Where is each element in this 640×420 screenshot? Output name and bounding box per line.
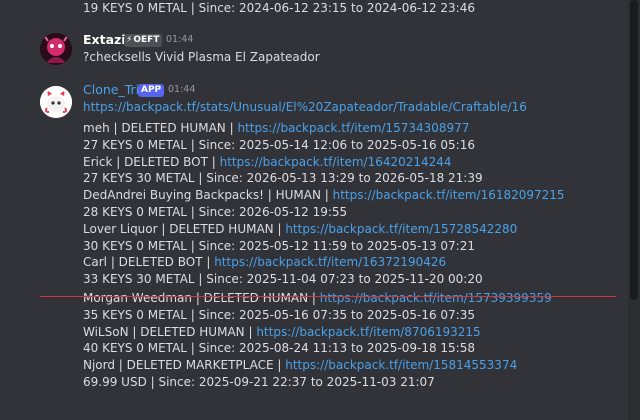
listing-seller: WiLSoN | DELETED HUMAN | <box>83 324 257 339</box>
listing-line: Carl | DELETED BOT | https://backpack.tf… <box>83 254 446 270</box>
listing-line: Lover Liquor | DELETED HUMAN | https://b… <box>83 221 517 237</box>
listing-line: DedAndrei Buying Backpacks! | HUMAN | ht… <box>83 187 565 203</box>
user-avatar-icon <box>40 33 72 65</box>
timestamp[interactable]: 01:44 <box>166 32 193 48</box>
lightning-icon: ⚡ <box>126 35 133 45</box>
listing-line: Njord | DELETED MARKETPLACE | https://ba… <box>83 357 517 373</box>
listing-detail: 33 KEYS 30 METAL | Since: 2025-11-04 07:… <box>83 272 483 287</box>
message-text: ?checksells Vivid Plasma El Zapateador <box>83 50 320 64</box>
listing-seller: Carl | DELETED BOT | <box>83 255 215 270</box>
listing-link[interactable]: https://backpack.tf/item/16182097215 <box>333 188 565 202</box>
listing-line: Morgan Weedman | DELETED HUMAN | https:/… <box>83 290 552 306</box>
listing-detail: 40 KEYS 0 METAL | Since: 2025-08-24 11:1… <box>83 341 475 356</box>
listing-seller: meh | DELETED HUMAN | <box>83 121 238 135</box>
listing-link[interactable]: https://backpack.tf/item/15814553374 <box>285 358 517 372</box>
listing-detail: 35 KEYS 0 METAL | Since: 2025-05-16 07:3… <box>83 307 475 322</box>
listing-detail: 27 KEYS 30 METAL | Since: 2026-05-13 13:… <box>83 171 483 186</box>
listing-link[interactable]: https://backpack.tf/item/15728542280 <box>285 222 517 236</box>
listing-detail: 30 KEYS 0 METAL | Since: 2025-05-12 11:5… <box>83 238 475 253</box>
message-line: 19 KEYS 0 METAL | Since: 2024-06-12 23:1… <box>83 1 475 15</box>
listing-link[interactable]: https://backpack.tf/item/8706193215 <box>256 325 480 339</box>
user-tag[interactable]: ⚡ OEFT <box>124 34 163 47</box>
listing-link[interactable]: https://backpack.tf/item/16420214244 <box>220 155 452 169</box>
new-messages-divider <box>40 296 616 297</box>
avatar[interactable] <box>40 86 72 118</box>
user-tag-label: OEFT <box>133 35 160 45</box>
listing-line: WiLSoN | DELETED HUMAN | https://backpac… <box>83 324 481 340</box>
avatar[interactable] <box>40 33 72 65</box>
listing-detail: 28 KEYS 0 METAL | Since: 2026-05-12 19:5… <box>83 205 348 219</box>
listing-detail: 69.99 USD | Since: 2025-09-21 22:37 to 2… <box>83 375 435 389</box>
listing-seller: DedAndrei Buying Backpacks! | HUMAN | <box>83 188 333 203</box>
app-badge: APP <box>138 84 165 97</box>
stats-link[interactable]: https://backpack.tf/stats/Unusual/El%20Z… <box>83 99 527 115</box>
username[interactable]: Extazi <box>83 32 126 48</box>
scrollbar[interactable] <box>628 0 640 420</box>
listing-line: meh | DELETED HUMAN | https://backpack.t… <box>83 120 469 136</box>
listing-seller: Lover Liquor | DELETED HUMAN | <box>83 221 286 236</box>
listing-line: Erick | DELETED BOT | https://backpack.t… <box>83 154 452 170</box>
username[interactable]: Clone_Tri <box>83 82 139 98</box>
listing-seller: Morgan Weedman | DELETED HUMAN | <box>83 291 320 305</box>
listing-seller: Erick | DELETED BOT | <box>83 154 220 169</box>
scrollbar-thumb[interactable] <box>630 0 638 300</box>
timestamp[interactable]: 01:44 <box>168 82 195 98</box>
listing-seller: Njord | DELETED MARKETPLACE | <box>83 358 286 373</box>
listing-link[interactable]: https://backpack.tf/item/15739399359 <box>320 291 552 305</box>
bot-avatar-icon <box>40 86 72 118</box>
listing-link[interactable]: https://backpack.tf/item/16372190426 <box>214 255 446 269</box>
listing-link[interactable]: https://backpack.tf/item/15734308977 <box>237 121 469 135</box>
message-list: 19 KEYS 0 METAL | Since: 2024-06-12 23:1… <box>0 0 628 420</box>
listing-detail: 27 KEYS 0 METAL | Since: 2025-05-14 12:0… <box>83 137 475 152</box>
